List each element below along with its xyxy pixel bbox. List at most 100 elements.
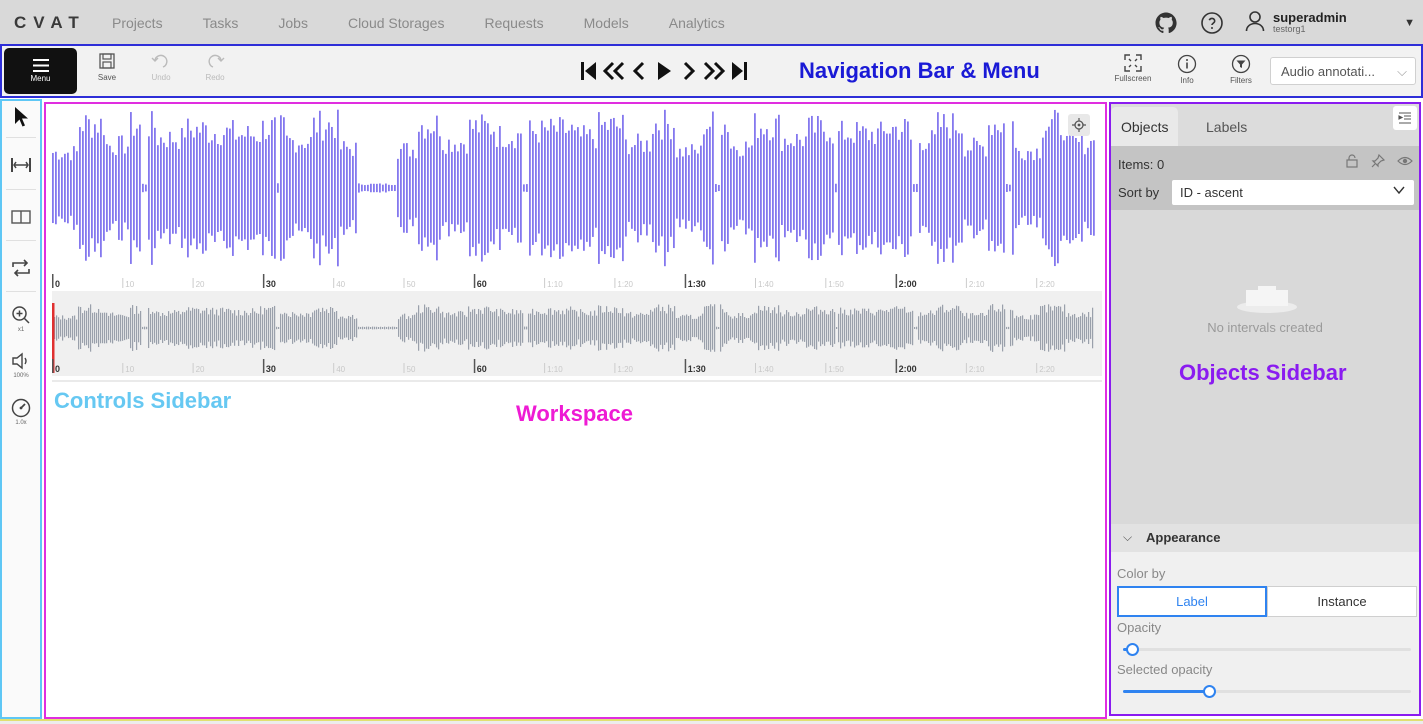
waveform-bar <box>792 316 794 340</box>
nav-projects[interactable]: Projects <box>112 15 163 31</box>
timeline-minor-label: 1:20 <box>617 365 633 374</box>
timeline-major-tick <box>895 359 898 373</box>
waveform-bar <box>736 317 738 339</box>
opacity-slider[interactable] <box>1123 643 1411 656</box>
fullscreen-button[interactable]: Fullscreen <box>1108 54 1158 83</box>
waveform-bar <box>862 308 864 348</box>
nav-models[interactable]: Models <box>584 15 629 31</box>
zoom-control[interactable]: x1 <box>2 305 40 333</box>
waveform-bar <box>390 326 392 330</box>
waveform-bar <box>828 314 830 342</box>
waveform-bar <box>762 310 764 346</box>
next-frame-icon[interactable] <box>676 59 701 83</box>
last-frame-icon[interactable] <box>726 59 751 83</box>
waveform-bar <box>556 311 558 345</box>
playback-speed-control[interactable]: 1.0x <box>2 398 40 426</box>
waveform-bar <box>172 142 174 234</box>
eye-icon[interactable] <box>1397 154 1413 173</box>
cursor-tool[interactable] <box>2 106 40 128</box>
undo-button[interactable]: Undo <box>144 52 178 92</box>
waveform-bar <box>901 131 903 245</box>
fast-backward-icon[interactable] <box>601 59 626 83</box>
waveform-bar <box>526 184 528 192</box>
info-button[interactable]: Info <box>1162 54 1212 85</box>
nav-requests[interactable]: Requests <box>484 15 543 31</box>
pin-icon[interactable] <box>1371 153 1386 173</box>
waveform-bar <box>822 311 824 345</box>
first-frame-icon[interactable] <box>576 59 601 83</box>
nav-analytics[interactable]: Analytics <box>669 15 725 31</box>
color-by-label-option[interactable]: Label <box>1117 586 1267 617</box>
waveform-bar <box>655 123 657 253</box>
save-button[interactable]: Save <box>90 52 124 92</box>
color-by-instance-option[interactable]: Instance <box>1267 586 1417 617</box>
waveform-bar <box>252 308 254 348</box>
waveform-bar <box>240 315 242 341</box>
fullscreen-label: Fullscreen <box>1114 74 1152 83</box>
opacity-slider-handle[interactable] <box>1125 643 1139 656</box>
waveform-bar <box>634 145 636 231</box>
play-icon[interactable] <box>651 59 676 83</box>
selected-opacity-slider[interactable] <box>1123 685 1411 698</box>
waveform-bar <box>588 315 590 341</box>
unlock-icon[interactable] <box>1345 154 1359 173</box>
tab-labels[interactable]: Labels <box>1196 107 1257 146</box>
filters-button[interactable]: Filters <box>1216 54 1266 85</box>
cvat-logo[interactable]: CVAT <box>14 13 98 33</box>
nav-jobs[interactable]: Jobs <box>278 15 308 31</box>
waveform-bar <box>358 183 360 193</box>
waveform-bar <box>920 312 922 344</box>
previous-frame-icon[interactable] <box>626 59 651 83</box>
waveform-bar <box>496 146 498 230</box>
waveform-bar <box>700 145 702 231</box>
waveform-bar <box>220 308 222 348</box>
collapse-sidebar-icon[interactable] <box>1393 106 1417 130</box>
loop-tool[interactable] <box>2 259 40 277</box>
split-tool[interactable] <box>2 208 40 226</box>
waveform-bar <box>187 118 189 258</box>
waveform-bar <box>906 312 908 344</box>
waveform-bar <box>242 315 244 341</box>
waveform-bar <box>310 137 312 239</box>
locate-icon[interactable] <box>1068 114 1090 136</box>
waveform-bar <box>854 308 856 348</box>
overview-waveform[interactable]: 0 30 60 1:30 2:00 10 20 40 50 1:10 1:20 1:40 1:50 2:1… <box>52 291 1102 376</box>
menu-button[interactable]: Menu <box>4 48 77 94</box>
waveform-bar <box>775 118 777 258</box>
github-icon[interactable] <box>1153 10 1179 36</box>
fast-forward-icon[interactable] <box>701 59 726 83</box>
nav-cloud-storages[interactable]: Cloud Storages <box>348 15 445 31</box>
waveform-bar <box>958 133 960 243</box>
volume-control[interactable]: 100% <box>2 351 40 379</box>
draw-interval-tool[interactable] <box>2 156 40 174</box>
waveform-bar <box>73 146 75 230</box>
timeline-minor-tick <box>333 363 335 373</box>
main-waveform[interactable]: 0 30 60 1:30 2:00 10 20 40 50 1:10 1:20 1:40 1:50 2:1… <box>52 106 1102 291</box>
user-menu[interactable]: superadmin testorg1 ▼ <box>1245 10 1415 37</box>
help-icon[interactable] <box>1199 10 1225 36</box>
redo-button[interactable]: Redo <box>198 52 232 92</box>
waveform-bar <box>97 132 99 244</box>
appearance-header[interactable]: ⌵ Appearance <box>1111 524 1419 552</box>
waveform-bar <box>766 129 768 247</box>
waveform-bar <box>290 317 292 339</box>
waveform-bar <box>442 150 444 226</box>
waveform-bar <box>262 120 264 256</box>
waveform-bar <box>1088 312 1090 344</box>
waveform-bar <box>958 306 960 350</box>
waveform-bar <box>688 155 690 221</box>
nav-tasks[interactable]: Tasks <box>203 15 239 31</box>
filters-label: Filters <box>1230 76 1252 85</box>
waveform-bar <box>410 318 412 338</box>
waveform-bar <box>712 306 714 350</box>
waveform-bar <box>1093 140 1095 236</box>
waveform-bar <box>258 313 260 343</box>
annotation-workspace: Workspace <box>516 401 633 426</box>
sort-select[interactable]: ID - ascent <box>1172 180 1414 205</box>
waveform-bar <box>458 311 460 345</box>
workspace-mode-select[interactable]: Audio annotati... ⌵ <box>1270 57 1416 85</box>
waveform-bar <box>842 313 844 343</box>
tab-objects[interactable]: Objects <box>1111 107 1179 146</box>
selected-opacity-slider-handle[interactable] <box>1203 685 1217 698</box>
waveform-bar <box>138 313 140 343</box>
